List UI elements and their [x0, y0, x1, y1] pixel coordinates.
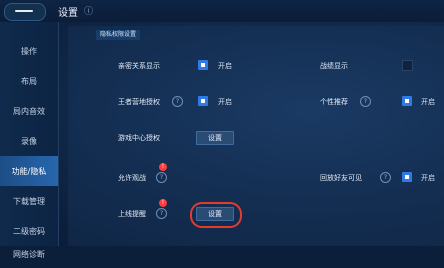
sidebar-item-function-privacy[interactable]: 功能/隐私 [0, 156, 58, 186]
highlight-circle [190, 202, 242, 228]
online-remind-label: 上线提醒 [118, 210, 146, 218]
sidebar-item-network[interactable]: 网络诊断 [0, 240, 58, 268]
game-center-label: 游戏中心授权 [118, 134, 160, 142]
replay-friends-checkbox[interactable] [402, 172, 412, 182]
sidebar-item-layout[interactable]: 布局 [0, 66, 58, 96]
notification-badge: ! [159, 199, 167, 207]
game-center-settings-button[interactable]: 设置 [196, 131, 234, 145]
help-icon[interactable]: ? [360, 96, 371, 107]
notification-badge: ! [159, 163, 167, 171]
sidebar-item-sound[interactable]: 局内音效 [0, 96, 58, 126]
replay-friends-state: 开启 [421, 174, 435, 182]
back-arrow-icon[interactable] [4, 3, 46, 21]
achievement-checkbox[interactable] [402, 60, 413, 71]
intimacy-checkbox[interactable] [198, 60, 208, 70]
help-icon[interactable]: ⓘ [84, 4, 93, 17]
section-title: 隐私权限设置 [96, 30, 141, 40]
replay-friends-label: 回放好友可见 [320, 174, 362, 182]
personal-rec-state: 开启 [421, 98, 435, 106]
help-icon[interactable]: ? [380, 172, 391, 183]
intimacy-state: 开启 [218, 62, 232, 70]
allow-watch-label: 允许观战 [118, 174, 146, 182]
help-icon[interactable]: ? [156, 172, 167, 183]
sidebar-item-download[interactable]: 下载管理 [0, 186, 58, 216]
sidebar: 操作 布局 局内音效 录像 功能/隐私 下载管理 二级密码 网络诊断 [0, 22, 59, 259]
camp-auth-label: 王者营地授权 [118, 98, 160, 106]
top-bar: 设置 ⓘ [0, 0, 444, 22]
help-icon[interactable]: ? [172, 96, 183, 107]
intimacy-label: 亲密关系显示 [118, 62, 160, 70]
camp-auth-checkbox[interactable] [198, 96, 208, 106]
page-title: 设置 [58, 8, 78, 19]
personal-rec-checkbox[interactable] [402, 96, 412, 106]
sidebar-item-operation[interactable]: 操作 [0, 36, 58, 66]
camp-auth-state: 开启 [218, 98, 232, 106]
sidebar-item-replay[interactable]: 录像 [0, 126, 58, 156]
personal-rec-label: 个性推荐 [320, 98, 348, 106]
help-icon[interactable]: ? [156, 208, 167, 219]
achievement-label: 战绩显示 [320, 62, 348, 70]
